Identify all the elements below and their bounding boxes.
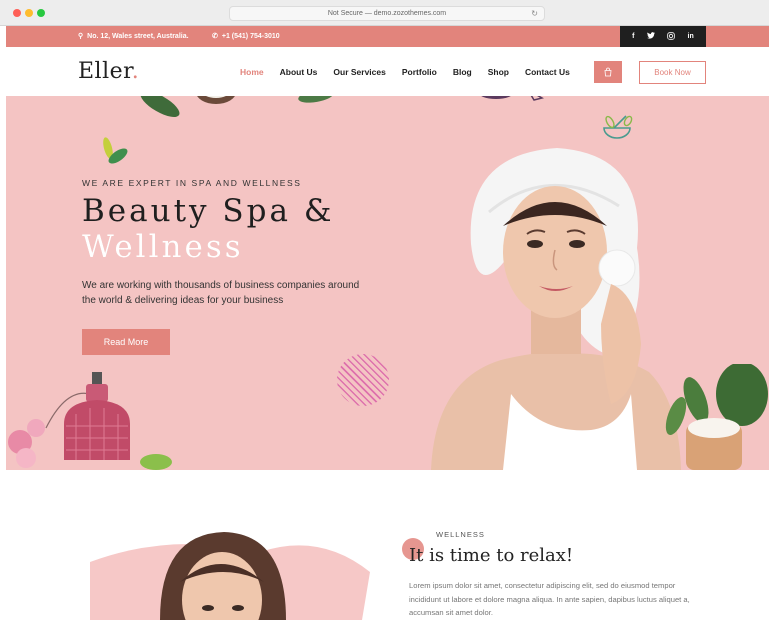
nav-item-about-us[interactable]: About Us <box>280 67 318 77</box>
twitter-icon[interactable] <box>646 32 655 41</box>
spa-woman-image <box>431 148 681 470</box>
perfume-bottle-image <box>8 372 172 470</box>
logo-dot: . <box>131 59 140 84</box>
fruit-decor-top-right <box>481 96 544 101</box>
main-navigation: Eller. Home About Us Our Services Portfo… <box>6 47 769 96</box>
address-info: ⚲ No. 12, Wales street, Australia. <box>78 26 189 47</box>
social-links: f in <box>620 26 706 47</box>
leaf-decor-top-center <box>298 96 334 103</box>
section-title-text: It is time to relax! <box>409 545 574 566</box>
minimize-window-dot[interactable] <box>25 9 33 17</box>
coconut-decor <box>197 96 235 104</box>
phone-icon: ✆ <box>212 33 218 40</box>
close-window-dot[interactable] <box>13 9 21 17</box>
address-bar[interactable]: Not Secure — demo.zozothemes.com ↻ <box>229 6 545 21</box>
nav-item-our-services[interactable]: Our Services <box>333 67 385 77</box>
site-logo[interactable]: Eller. <box>78 59 139 84</box>
nav-item-portfolio[interactable]: Portfolio <box>402 67 437 77</box>
hero-description: We are working with thousands of busines… <box>82 280 360 306</box>
plant-jar-decor <box>665 364 768 470</box>
nav-item-contact-us[interactable]: Contact Us <box>525 67 570 77</box>
nav-item-blog[interactable]: Blog <box>453 67 472 77</box>
logo-text: Eller <box>78 59 132 84</box>
facebook-icon[interactable]: f <box>632 33 634 40</box>
hero-section: WE ARE EXPERT IN SPA AND WELLNESS Beauty… <box>6 96 769 470</box>
section-paragraph: Lorem ipsum dolor sit amet, consectetur … <box>409 581 690 617</box>
hero-kicker: WE ARE EXPERT IN SPA AND WELLNESS <box>82 178 302 188</box>
striped-circle-decor <box>337 354 389 406</box>
section-kicker: WELLNESS <box>436 530 485 539</box>
book-now-button[interactable]: Book Now <box>639 61 706 84</box>
hero-title-line2: Wellness <box>82 229 244 265</box>
woman-portrait-image <box>160 532 286 620</box>
address-text: No. 12, Wales street, Australia. <box>87 33 189 40</box>
url-text: Not Secure — demo.zozothemes.com <box>327 10 447 17</box>
leaf-decor-top-left <box>140 96 180 117</box>
phone-info: ✆ +1 (541) 754-3010 <box>212 26 280 47</box>
shopping-bag-icon <box>604 67 612 77</box>
reload-icon[interactable]: ↻ <box>531 7 538 20</box>
top-info-bar: ⚲ No. 12, Wales street, Australia. ✆ +1 (5… <box>6 26 769 47</box>
nav-item-shop[interactable]: Shop <box>488 67 509 77</box>
read-more-button[interactable]: Read More <box>82 329 170 355</box>
leaf-icon <box>103 137 128 164</box>
linkedin-icon[interactable]: in <box>688 33 694 40</box>
nav-item-home[interactable]: Home <box>240 67 264 77</box>
hero-title-line1: Beauty Spa & <box>82 193 335 229</box>
nav-menu: Home About Us Our Services Portfolio Blo… <box>240 47 586 96</box>
browser-chrome: Not Secure — demo.zozothemes.com ↻ <box>0 0 769 26</box>
instagram-icon[interactable] <box>667 31 675 42</box>
cart-button[interactable] <box>594 61 622 83</box>
maximize-window-dot[interactable] <box>37 9 45 17</box>
location-pin-icon: ⚲ <box>78 33 84 40</box>
phone-text: +1 (541) 754-3010 <box>221 33 280 40</box>
section-title: It is time to relax! <box>409 545 573 566</box>
